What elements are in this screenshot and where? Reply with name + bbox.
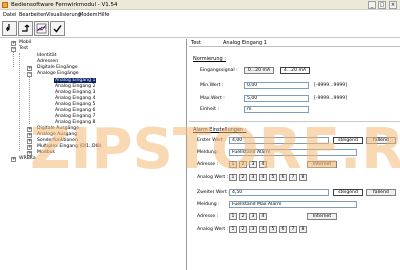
analog1-btn-1[interactable]: 1 xyxy=(229,174,237,181)
adresse1-label: Adresse : xyxy=(197,162,219,167)
menu-bearbeiten[interactable]: Bearbeiten xyxy=(19,12,46,18)
analog2-label: Analog Wert : xyxy=(197,227,229,232)
max-value-input[interactable]: 5,00 xyxy=(244,95,309,102)
collapse-test[interactable]: − xyxy=(11,47,16,52)
zweiter-wert-label: Zweiter Wert : xyxy=(197,190,230,195)
analog2-btn-6[interactable]: 6 xyxy=(279,226,287,233)
expand-mobil[interactable]: + xyxy=(11,41,16,46)
analog1-btn-7[interactable]: 7 xyxy=(289,174,297,181)
analog1-label: Analog Wert : xyxy=(197,175,229,180)
alarm-heading: Alarm Einstellungen : xyxy=(193,127,247,133)
app-icon xyxy=(2,2,8,8)
transfer-arrow-icon xyxy=(22,24,30,32)
transfer-button[interactable] xyxy=(18,21,33,36)
expand-digitale-eingaenge[interactable]: + xyxy=(27,66,32,71)
einheit-label: Einheit : xyxy=(200,107,219,112)
tree-node-modbus[interactable]: Modbus xyxy=(37,150,55,156)
analog1-btn-3[interactable]: 3 xyxy=(249,174,257,181)
analog1-btn-5[interactable]: 5 xyxy=(269,174,277,181)
erster-wert-input[interactable]: 4,00 xyxy=(229,137,329,144)
eingangssignal-label: Eingangssignal : xyxy=(200,68,238,73)
expand-digitale-ausgaenge[interactable]: + xyxy=(27,127,32,132)
analog1-btn-6[interactable]: 6 xyxy=(279,174,287,181)
adresse2-label: Adresse : xyxy=(197,214,219,219)
tree-connector xyxy=(29,77,30,124)
connect-button[interactable] xyxy=(2,21,17,36)
analog2-btn-1[interactable]: 1 xyxy=(229,226,237,233)
adresse2-btn-4[interactable]: 4 xyxy=(259,213,267,220)
adresse1-btn-4[interactable]: 4 xyxy=(259,161,267,168)
analog2-btn-8[interactable]: 8 xyxy=(299,226,307,233)
erster-steigend-button[interactable]: steigend xyxy=(333,137,363,144)
menu-hilfe[interactable]: Hilfe xyxy=(98,12,109,18)
menu-bar: Datei Bearbeiten Visualisierung Modem Hi… xyxy=(0,10,400,19)
zweiter-fallend-button[interactable]: fallend xyxy=(366,189,396,196)
menu-visualisierung[interactable]: Visualisierung xyxy=(46,12,81,18)
adresse1-btn-1[interactable]: 1 xyxy=(229,161,237,168)
max-label: Max.Wert : xyxy=(200,96,225,101)
header-channel: Analog Eingang 1 xyxy=(223,40,267,46)
min-value-input[interactable]: 0,00 xyxy=(244,82,309,89)
signal-0-20-button[interactable]: 0...20 mA xyxy=(244,67,274,74)
max-range: [-9999...9999] xyxy=(314,96,348,101)
erster-fallend-button[interactable]: fallend xyxy=(366,137,396,144)
meldung2-input[interactable]: Fuellstand Max Alarm xyxy=(229,201,357,208)
expand-multiplex[interactable]: + xyxy=(27,145,32,150)
detail-panel: Test Analog Eingang 1 Normierung : Einga… xyxy=(189,39,400,270)
analog2-btn-2[interactable]: 2 xyxy=(239,226,247,233)
signal-4-20-button[interactable]: 4...20 mA xyxy=(280,67,310,74)
zweiter-wert-input[interactable]: 4,50 xyxy=(229,189,329,196)
toolbar xyxy=(0,19,400,38)
analog2-btn-4[interactable]: 4 xyxy=(259,226,267,233)
min-label: Min.Wert : xyxy=(200,83,224,88)
collapse-analoge-eingaenge[interactable]: − xyxy=(27,72,32,77)
tree-node-test[interactable]: Test xyxy=(19,46,28,52)
adresse2-internet-button[interactable]: Internet xyxy=(307,213,337,220)
adresse2-btn-1[interactable]: 1 xyxy=(229,213,237,220)
expand-wrbka[interactable]: + xyxy=(11,157,16,162)
header-device: Test xyxy=(191,40,201,46)
check-icon xyxy=(53,25,62,33)
expand-analoge-ausgaenge[interactable]: + xyxy=(27,133,32,138)
confirm-button[interactable] xyxy=(50,21,65,36)
adresse1-btn-3[interactable]: 3 xyxy=(249,161,257,168)
close-button[interactable]: × xyxy=(389,1,397,9)
visualization-button[interactable] xyxy=(34,21,49,36)
adresse1-btn-2[interactable]: 2 xyxy=(239,161,247,168)
analog1-btn-4[interactable]: 4 xyxy=(259,174,267,181)
zweiter-steigend-button[interactable]: steigend xyxy=(333,189,363,196)
detail-header: Test Analog Eingang 1 xyxy=(189,39,400,47)
tree-panel: + Mobil − Test Identität Adressen + Digi… xyxy=(0,39,187,270)
minimize-button[interactable]: _ xyxy=(368,1,376,9)
tree-node-analoge-eingaenge[interactable]: Analoge Eingänge xyxy=(37,71,79,77)
tree-connector xyxy=(19,53,20,151)
analog1-btn-2[interactable]: 2 xyxy=(239,174,247,181)
analog2-btn-7[interactable]: 7 xyxy=(289,226,297,233)
erster-wert-label: Erster Wert : xyxy=(197,138,226,143)
analog2-btn-3[interactable]: 3 xyxy=(249,226,257,233)
chart-icon xyxy=(36,23,47,34)
tree-selected-label: Analog Eingang 1 xyxy=(54,78,97,83)
meldung2-label: Meldung : xyxy=(197,202,220,207)
connect-arrow-icon xyxy=(6,24,10,32)
meldung1-input[interactable]: Fuellstand Alarm xyxy=(229,149,357,156)
window-title: Bediensoftware Fernwirkmodul - V1.54 xyxy=(11,2,118,8)
einheit-input[interactable]: m xyxy=(244,106,309,113)
section-divider xyxy=(189,121,400,122)
normierung-heading: Normierung : xyxy=(193,56,226,62)
maximize-button[interactable]: □ xyxy=(378,1,386,9)
adresse1-internet-button[interactable]: Internet xyxy=(307,161,337,168)
title-bar: Bediensoftware Fernwirkmodul - V1.54 _ □… xyxy=(0,0,400,10)
menu-datei[interactable]: Datei xyxy=(3,12,16,18)
adresse2-btn-2[interactable]: 2 xyxy=(239,213,247,220)
tree-node-wrbka[interactable]: WRBKa xyxy=(19,156,36,162)
meldung1-label: Meldung : xyxy=(197,150,220,155)
expand-sonderfunktionen[interactable]: + xyxy=(27,139,32,144)
analog1-btn-8[interactable]: 8 xyxy=(299,174,307,181)
analog2-btn-5[interactable]: 5 xyxy=(269,226,277,233)
adresse2-btn-3[interactable]: 3 xyxy=(249,213,257,220)
min-range: [-9999...9999] xyxy=(314,83,348,88)
menu-modem[interactable]: Modem xyxy=(79,12,98,18)
